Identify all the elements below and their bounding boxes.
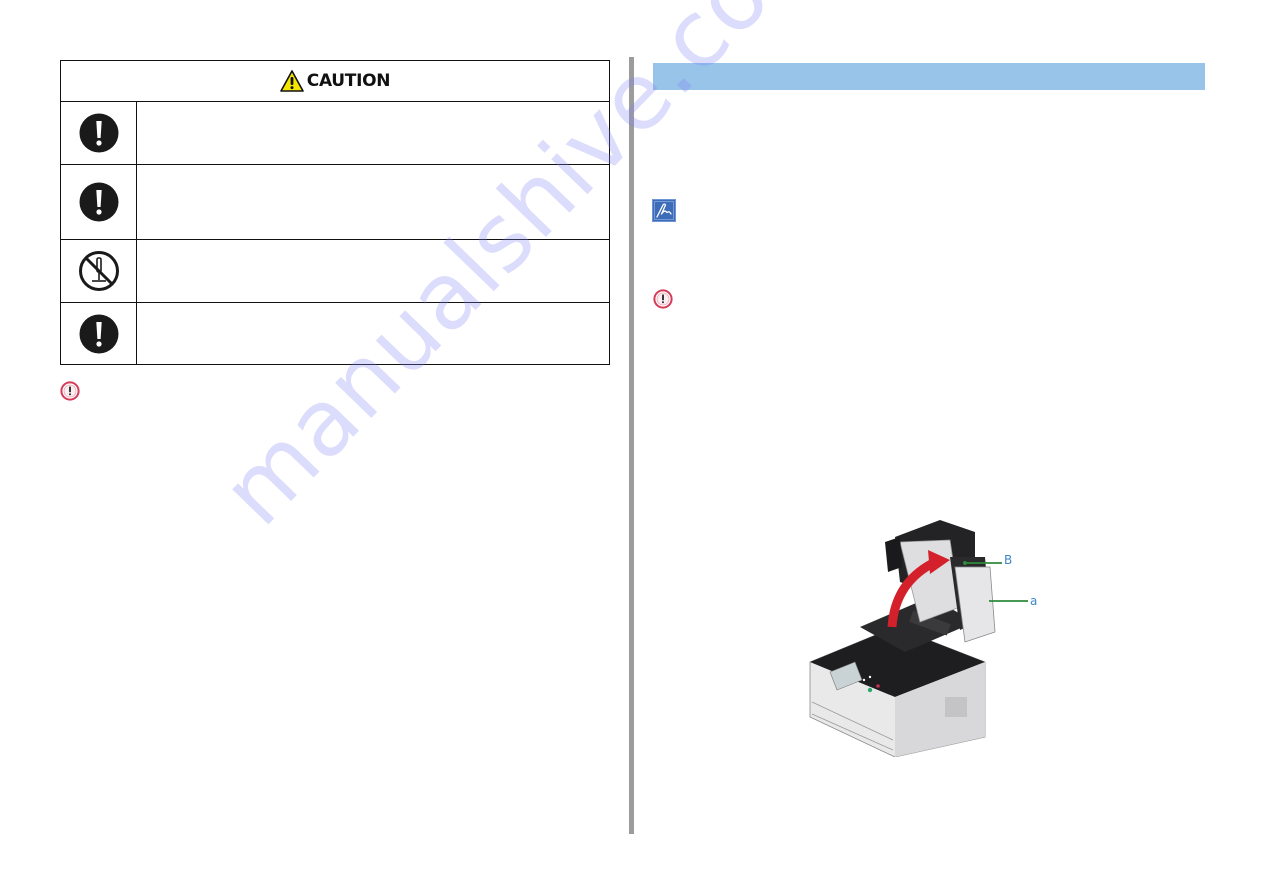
caution-table: CAUTION (60, 60, 610, 365)
important-note (60, 381, 80, 405)
section-heading-bar (653, 63, 1205, 90)
callout-label-a: a (1030, 594, 1038, 608)
no-disassembly-icon (78, 251, 119, 291)
memo-icon (652, 199, 676, 222)
warning-triangle-icon (279, 70, 304, 92)
important-icon (653, 289, 673, 309)
caution-label: CAUTION (306, 71, 391, 91)
caution-row (61, 102, 609, 165)
important-icon (60, 381, 80, 401)
caution-row-text (137, 102, 609, 164)
printer-illustration (809, 520, 1028, 757)
adf-cover (954, 566, 996, 643)
mandatory-exclamation-icon (79, 314, 118, 354)
caution-row (61, 240, 609, 303)
caution-header: CAUTION (61, 61, 609, 102)
caution-row-text (137, 165, 609, 239)
mandatory-exclamation-icon (79, 113, 118, 153)
memo-note (652, 199, 676, 226)
caution-row (61, 303, 609, 365)
important-note (653, 289, 673, 313)
page-divider (629, 57, 634, 834)
caution-row (61, 165, 609, 240)
mandatory-exclamation-icon (79, 182, 118, 222)
caution-row-text (137, 303, 609, 365)
callout-label-b: B (1004, 553, 1013, 567)
caution-row-text (137, 240, 609, 302)
